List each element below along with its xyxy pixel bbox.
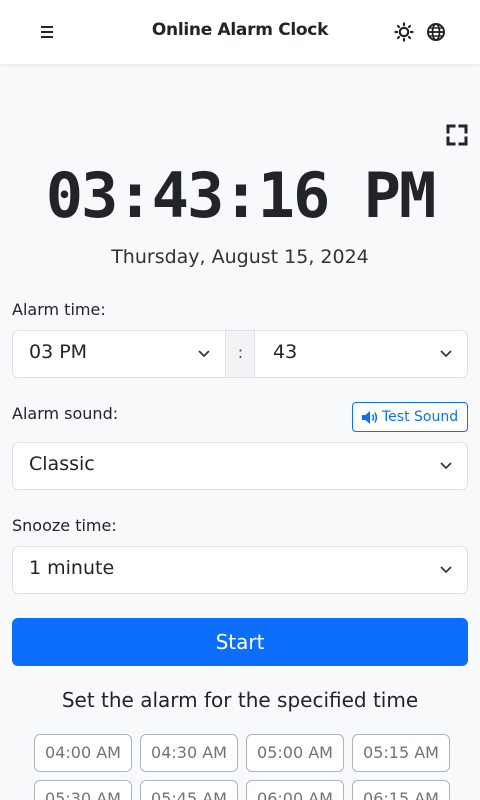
chevron-down-icon [440,350,452,358]
preset-button[interactable]: 06:15 AM [352,780,450,800]
alarm-sound-label: Alarm sound: [12,404,119,423]
preset-button[interactable]: 04:00 AM [34,734,132,772]
alarm-sound-select[interactable]: Classic [12,442,468,490]
alarm-minute-value: 43 [273,341,298,363]
preset-button[interactable]: 06:00 AM [246,780,344,800]
time-separator: : [226,330,255,378]
snooze-select[interactable]: 1 minute [12,546,468,594]
globe-icon[interactable] [426,22,446,42]
chevron-down-icon [198,350,210,358]
test-sound-button[interactable]: Test Sound [352,402,468,432]
snooze-label: Snooze time: [12,516,117,535]
preset-button[interactable]: 05:15 AM [352,734,450,772]
preset-button[interactable]: 05:30 AM [34,780,132,800]
test-sound-label: Test Sound [382,409,459,425]
expand-icon[interactable] [446,124,468,146]
clock-display: 03:43:16 PM [45,159,437,232]
alarm-minute-select[interactable]: 43 [254,330,468,378]
alarm-hour-select[interactable]: 03 PM [12,330,226,378]
preset-button[interactable]: 04:30 AM [140,734,238,772]
alarm-sound-value: Classic [29,453,95,475]
preset-title: Set the alarm for the specified time [61,688,419,712]
chevron-down-icon [440,566,452,574]
start-button[interactable]: Start [12,618,468,666]
volume-icon [362,411,378,424]
navbar: Online Alarm Clock [0,0,480,64]
sun-icon[interactable] [394,22,414,42]
alarm-hour-value: 03 PM [29,341,88,363]
chevron-down-icon [440,462,452,470]
preset-button[interactable]: 05:00 AM [246,734,344,772]
preset-button[interactable]: 05:45 AM [140,780,238,800]
snooze-value: 1 minute [29,557,115,579]
alarm-time-label: Alarm time: [12,300,106,319]
date-display: Thursday, August 15, 2024 [111,246,369,268]
